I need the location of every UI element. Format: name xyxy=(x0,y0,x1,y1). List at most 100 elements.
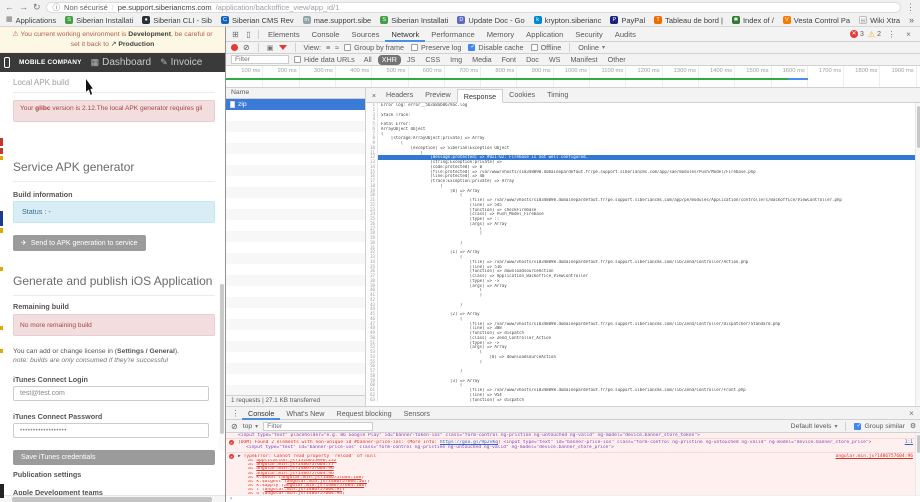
bookmark-applications[interactable]: ▦ Applications xyxy=(6,14,56,26)
production-link[interactable]: Production xyxy=(118,41,154,48)
browser-menu-icon[interactable]: ⋮ xyxy=(906,0,915,14)
console-tab-request-blocking[interactable]: Request blocking xyxy=(331,407,398,420)
option-preserve-log[interactable]: Preserve log xyxy=(411,43,461,52)
console-context-select[interactable]: top▾ xyxy=(243,423,258,430)
send-apk-button[interactable]: ✈Send to APK generation to service xyxy=(13,235,146,251)
drawer-close-icon[interactable]: × xyxy=(905,409,918,418)
timeline-tick-label: 400 ms xyxy=(335,68,369,74)
error-badge[interactable]: ✕3 xyxy=(850,30,864,38)
type-filter-ws[interactable]: WS xyxy=(545,55,565,65)
type-filter-js[interactable]: JS xyxy=(403,55,419,65)
type-filter-manifest[interactable]: Manifest xyxy=(566,55,601,65)
view-waterfall-icon[interactable]: ≈ xyxy=(335,43,339,52)
page-horizontal-scrollbar[interactable] xyxy=(0,495,225,502)
itunes-login-input[interactable] xyxy=(13,386,209,401)
type-filter-font[interactable]: Font xyxy=(498,55,520,65)
bookmark[interactable]: VVesta Control Pa xyxy=(783,16,850,25)
console-clear-icon[interactable]: ⊘ xyxy=(231,422,238,431)
screenshot-icon[interactable]: ▣ xyxy=(267,43,274,52)
bookmark[interactable]: ▤Wiki Xtraball xyxy=(859,16,900,25)
forward-icon[interactable]: → xyxy=(19,0,28,14)
devtools-tab-elements[interactable]: Elements xyxy=(262,27,306,42)
devtools-tab-memory[interactable]: Memory xyxy=(481,27,520,42)
inspect-element-icon[interactable]: ⊞ xyxy=(229,30,242,39)
device-toolbar-icon[interactable]: ▯ xyxy=(242,30,255,39)
response-code[interactable]: 1Error log: error__5b3a8ab8679ac.log23St… xyxy=(366,103,915,406)
console-settings-icon[interactable]: ⚙ xyxy=(910,422,916,430)
option-group-by-frame[interactable]: Group by frame xyxy=(344,43,404,52)
more-info-link[interactable]: https://goo.gl/9p2vKq xyxy=(440,440,498,445)
save-itunes-button[interactable]: Save iTunes credentials xyxy=(13,450,215,465)
group-similar-checkbox[interactable]: Group similar xyxy=(854,423,904,430)
nav-item-dashboard[interactable]: ▦Dashboard xyxy=(91,57,151,68)
source-location-link[interactable]: angular.min.js?1486757604:96 xyxy=(836,454,913,459)
type-filter-img[interactable]: Img xyxy=(446,55,466,65)
type-filter-media[interactable]: Media xyxy=(468,55,496,65)
console-prompt[interactable]: › xyxy=(226,495,920,502)
drawer-menu-icon[interactable]: ⋮ xyxy=(229,409,242,418)
warning-badge[interactable]: ⚠2 xyxy=(868,30,881,39)
record-icon[interactable] xyxy=(231,44,238,51)
request-row-zip[interactable]: zip xyxy=(226,99,365,110)
console-levels-select[interactable]: Default levels▾ xyxy=(791,423,838,430)
view-list-icon[interactable]: ≡ xyxy=(326,43,330,52)
devtools-menu-icon[interactable]: ⋮ xyxy=(885,30,898,39)
info-icon[interactable]: ⓘ xyxy=(53,2,61,13)
console-tab-sensors[interactable]: Sensors xyxy=(398,407,436,420)
type-filter-css[interactable]: CSS xyxy=(421,55,444,65)
bookmark[interactable]: kkrypton.siberianc xyxy=(534,16,602,25)
filter-funnel-icon[interactable] xyxy=(279,45,287,50)
clear-icon[interactable]: ⊘ xyxy=(243,43,250,52)
bookmarks-overflow-chevron[interactable]: » xyxy=(909,15,914,25)
detail-tab-cookies[interactable]: Cookies xyxy=(503,88,541,102)
devtools-tab-console[interactable]: Console xyxy=(306,27,346,42)
devtools-tab-performance[interactable]: Performance xyxy=(425,27,480,42)
type-filter-other[interactable]: Other xyxy=(604,55,630,65)
detail-tab-headers[interactable]: Headers xyxy=(380,88,419,102)
devtools-tab-application[interactable]: Application xyxy=(520,27,569,42)
requests-name-header[interactable]: Name xyxy=(226,88,365,99)
devtools-tab-security[interactable]: Security xyxy=(569,27,608,42)
console-filter-input[interactable] xyxy=(263,422,373,431)
network-filter-input[interactable] xyxy=(231,55,289,64)
itunes-password-input[interactable] xyxy=(13,423,209,438)
timeline-tick-label: 1100 ms xyxy=(589,68,623,74)
bookmark[interactable]: ✱Index of / xyxy=(732,16,774,25)
response-scrollbar[interactable] xyxy=(915,103,920,406)
type-filter-all[interactable]: All xyxy=(360,55,376,65)
bookmark[interactable]: PPayPal xyxy=(610,16,645,25)
detail-close-icon[interactable]: × xyxy=(368,91,380,100)
publication-settings-label[interactable]: Publication settings xyxy=(13,470,215,479)
detail-tab-preview[interactable]: Preview xyxy=(419,88,457,102)
detail-tab-timing[interactable]: Timing xyxy=(541,88,574,102)
type-filter-xhr[interactable]: XHR xyxy=(378,55,401,65)
bookmark[interactable]: SSiberian Installati xyxy=(380,16,448,25)
expand-triangle-icon[interactable]: ▶ xyxy=(238,454,241,459)
throttling-select[interactable]: Online▾ xyxy=(578,43,605,52)
type-filter-doc[interactable]: Doc xyxy=(522,55,543,65)
network-timeline-overview[interactable]: 100 ms200 ms300 ms400 ms500 ms600 ms700 … xyxy=(226,66,920,88)
reload-icon[interactable]: ↻ xyxy=(33,0,41,14)
address-bar[interactable]: ⓘ Non sécurisé | pe.support.siberiancms.… xyxy=(46,2,901,13)
bookmark[interactable]: SSiberian Installati xyxy=(65,16,133,25)
source-location-link[interactable]: 1:1 xyxy=(905,440,913,445)
bookmark-label: Siberian CLI - Sib xyxy=(153,16,212,25)
devtools-tab-audits[interactable]: Audits xyxy=(609,27,642,42)
option-disable-cache[interactable]: Disable cache xyxy=(468,43,523,52)
hide-data-urls-checkbox[interactable]: Hide data URLs xyxy=(294,55,355,64)
devtools-tab-network[interactable]: Network xyxy=(385,27,425,42)
bookmark[interactable]: CSiberian CMS Rev xyxy=(221,16,294,25)
bookmark[interactable]: mmae.support.sibe xyxy=(303,16,372,25)
console-tab-console[interactable]: Console xyxy=(242,407,280,420)
devtools-tab-sources[interactable]: Sources xyxy=(346,27,386,42)
bookmark[interactable]: TTableau de bord | xyxy=(654,16,723,25)
console-tab-what's-new[interactable]: What's New xyxy=(280,407,330,420)
bookmark[interactable]: DUpdate Doc - Go xyxy=(457,16,524,25)
back-icon[interactable]: ← xyxy=(5,0,14,14)
option-offline[interactable]: Offline xyxy=(531,43,562,52)
console-scrollbar[interactable] xyxy=(915,433,920,495)
nav-item-invoice[interactable]: ✎Invoice xyxy=(160,57,202,68)
devtools-close-icon[interactable]: × xyxy=(902,30,915,39)
bookmark[interactable]: ●Siberian CLI - Sib xyxy=(142,16,212,25)
detail-tab-response[interactable]: Response xyxy=(457,89,503,103)
